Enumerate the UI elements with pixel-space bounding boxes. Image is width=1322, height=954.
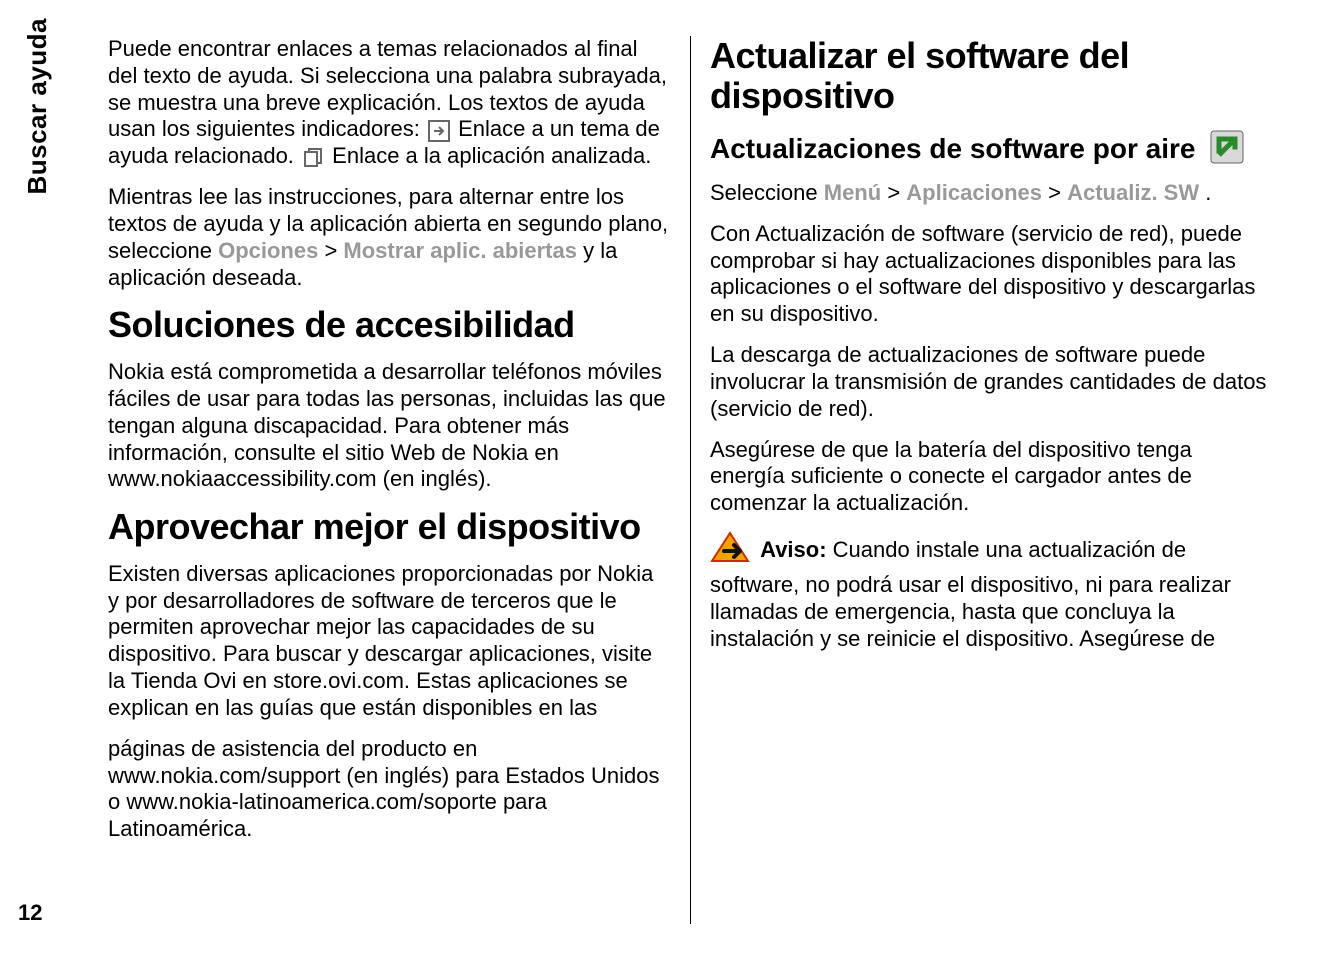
software-update-icon (1209, 129, 1245, 172)
text: Enlace a la aplicación analizada. (332, 143, 651, 168)
aviso-label: Aviso: (760, 537, 833, 562)
page-content: Puede encontrar enlaces a temas relacion… (108, 36, 1272, 924)
subheading-aire: Actualizaciones de software por aire (710, 129, 1272, 172)
paragraph-aviso: Aviso: Cuando instale una actualización … (710, 531, 1272, 652)
paragraph-aprovechar: Existen diversas aplicaciones proporcion… (108, 561, 670, 722)
paragraph-intro: Puede encontrar enlaces a temas relacion… (108, 36, 670, 170)
application-icon (302, 147, 324, 169)
heading-actualizar: Actualizar el software del dispositivo (710, 36, 1272, 115)
paragraph-battery: Asegúrese de que la batería del disposit… (710, 437, 1272, 517)
breadcrumb-separator: > (1048, 180, 1067, 205)
menu-menu: Menú (824, 180, 881, 205)
heading-soluciones: Soluciones de accesibilidad (108, 305, 670, 345)
paragraph-support-pages: páginas de asistencia del producto en ww… (108, 736, 670, 843)
text: Actualizaciones de software por aire (710, 133, 1196, 164)
paragraph-data-warning: La descarga de actualizaciones de softwa… (710, 342, 1272, 422)
menu-aplicaciones: Aplicaciones (906, 180, 1042, 205)
warning-icon (710, 531, 750, 572)
text: . (1205, 180, 1211, 205)
paragraph-instructions: Mientras lee las instrucciones, para alt… (108, 184, 670, 291)
breadcrumb-separator: > (887, 180, 906, 205)
paragraph-select-path: Seleccione Menú > Aplicaciones > Actuali… (710, 180, 1272, 207)
menu-mostrar-aplic: Mostrar aplic. abiertas (343, 238, 577, 263)
paragraph-accesibilidad: Nokia está comprometida a desarrollar te… (108, 359, 670, 493)
text: Seleccione (710, 180, 824, 205)
side-tab-label: Buscar ayuda (22, 18, 64, 195)
menu-actualiz-sw: Actualiz. SW (1067, 180, 1199, 205)
page-number: 12 (18, 900, 42, 926)
menu-opciones: Opciones (218, 238, 318, 263)
breadcrumb-separator: > (324, 238, 343, 263)
heading-aprovechar: Aprovechar mejor el dispositivo (108, 507, 670, 547)
paragraph-update-service: Con Actualización de software (servicio … (710, 221, 1272, 328)
arrow-link-icon (428, 120, 450, 142)
